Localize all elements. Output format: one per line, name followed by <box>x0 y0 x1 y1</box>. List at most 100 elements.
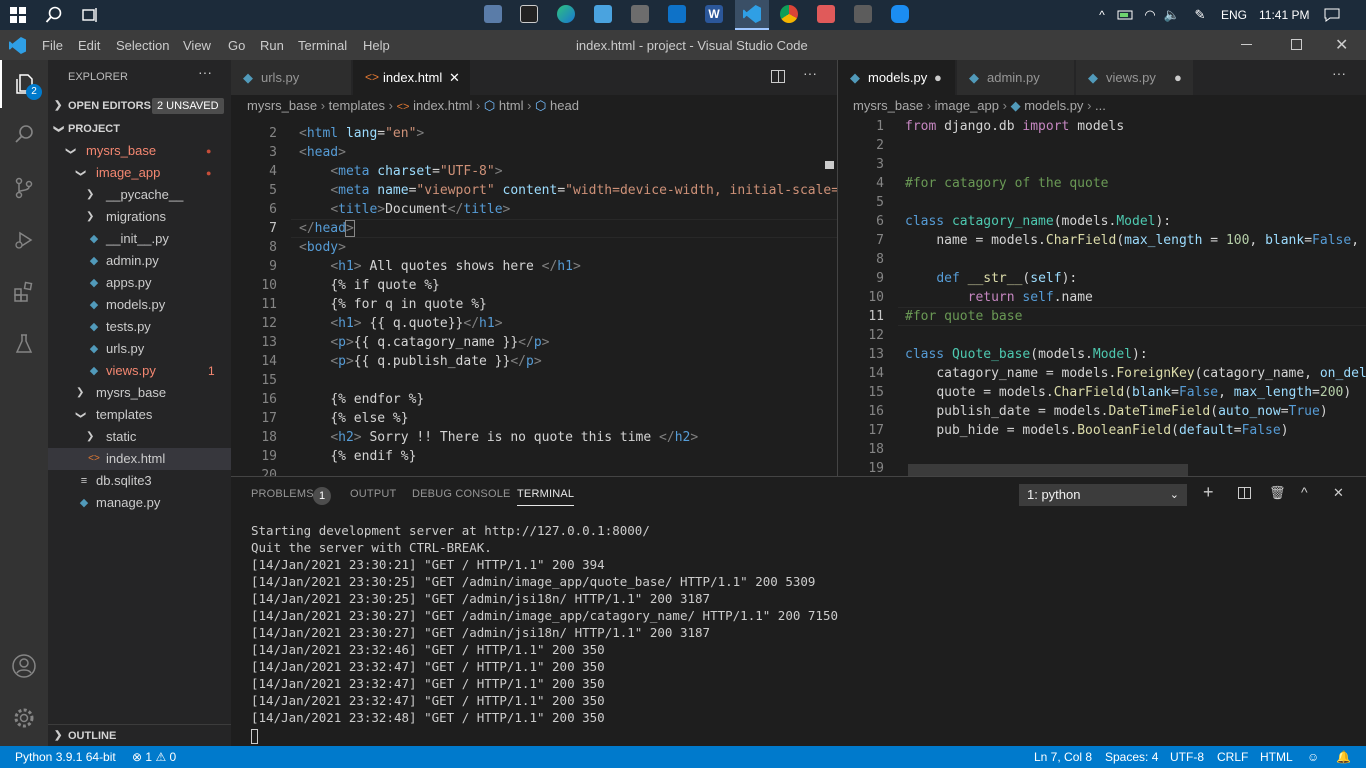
settings-gear-icon[interactable] <box>0 694 48 742</box>
breadcrumb-item[interactable]: ... <box>1095 98 1106 113</box>
breadcrumb-item[interactable]: mysrs_base <box>853 98 923 113</box>
explorer-icon[interactable]: 2 <box>0 60 48 108</box>
chevron-up-icon[interactable]: ^ <box>1090 3 1114 27</box>
search-view-icon[interactable] <box>0 110 48 158</box>
more-actions-icon[interactable]: ··· <box>1332 65 1346 81</box>
tree-item-apps-py[interactable]: ◆ apps.py <box>48 272 231 294</box>
problems-status[interactable]: ⊗ 1 ⚠ 0 <box>132 746 176 768</box>
maximize-panel-icon[interactable]: ^ <box>1301 484 1308 500</box>
close-window-button[interactable]: ✕ <box>1335 35 1348 55</box>
extensions-icon[interactable] <box>0 268 48 316</box>
menu-view[interactable]: View <box>183 38 211 53</box>
pc-app-icon[interactable] <box>594 5 612 23</box>
menu-go[interactable]: Go <box>228 38 245 53</box>
code-editor-right[interactable]: 1 from django.db import models 2 3 4 #for cat… <box>838 117 1366 476</box>
testing-flask-icon[interactable] <box>0 320 48 368</box>
split-editor-icon[interactable] <box>771 70 785 83</box>
menu-run[interactable]: Run <box>260 38 284 53</box>
code-line[interactable]: class Quote_base(models.Model): <box>905 345 1148 364</box>
tab-output[interactable]: OUTPUT <box>350 488 396 500</box>
split-terminal-icon[interactable] <box>1238 487 1251 499</box>
code-line[interactable]: {% for q in quote %} <box>299 295 487 314</box>
breadcrumb-item[interactable]: mysrs_base <box>247 98 317 113</box>
tree-item-templates[interactable]: ❯ templates <box>48 404 231 426</box>
pen-icon[interactable]: ✎ <box>1188 3 1212 27</box>
code-line[interactable]: <h1> {{ q.quote}}</h1> <box>299 314 502 333</box>
code-line[interactable]: <title>Document</title> <box>299 200 510 219</box>
battery-icon[interactable] <box>1114 3 1138 27</box>
tree-item-mysrs-base[interactable]: ❯ mysrs_base ● <box>48 140 231 162</box>
tree-item-urls-py[interactable]: ◆ urls.py <box>48 338 231 360</box>
project-header[interactable]: ❯ PROJECT <box>48 118 231 140</box>
code-line[interactable]: <body> <box>299 238 346 257</box>
menu-selection[interactable]: Selection <box>116 38 169 53</box>
terminal-select[interactable]: 1: python ⌄ <box>1019 484 1187 506</box>
close-panel-icon[interactable]: ✕ <box>1333 485 1344 501</box>
calculator-app-icon[interactable] <box>854 5 872 23</box>
search-icon[interactable] <box>42 3 66 27</box>
code-line[interactable]: <h1> All quotes shows here </h1> <box>299 257 580 276</box>
more-actions-icon[interactable]: ··· <box>803 65 817 81</box>
tree-item-index-html[interactable]: <> index.html <box>48 448 231 470</box>
menu-help[interactable]: Help <box>363 38 390 53</box>
code-line[interactable]: <p>{{ q.publish_date }}</p> <box>299 352 541 371</box>
code-line[interactable]: {% endif %} <box>299 447 416 466</box>
more-actions-icon[interactable]: ··· <box>198 64 212 80</box>
code-editor-left[interactable]: 2 <html lang="en"> 3 <head> 4 <meta charset=… <box>231 124 837 476</box>
new-terminal-plus-icon[interactable]: + <box>1203 482 1214 503</box>
notifications-bell-icon[interactable]: 🔔 <box>1336 746 1351 768</box>
menu-terminal[interactable]: Terminal <box>298 38 347 53</box>
cursor-position[interactable]: Ln 7, Col 8 <box>1034 746 1092 768</box>
store-app-icon[interactable] <box>631 5 649 23</box>
unsaved-dot-icon[interactable]: ● <box>934 60 942 95</box>
tab-admin-py[interactable]: ◆ admin.py <box>957 60 1075 95</box>
code-line[interactable]: {% if quote %} <box>299 276 440 295</box>
unsaved-dot-icon[interactable]: ● <box>1174 60 1182 95</box>
code-line[interactable]: <head> <box>299 143 346 162</box>
chrome-browser-icon[interactable] <box>780 5 798 23</box>
app-icon[interactable] <box>817 5 835 23</box>
code-line[interactable]: <html lang="en"> <box>299 124 424 143</box>
menu-file[interactable]: File <box>42 38 63 53</box>
windows-start-icon[interactable] <box>6 3 30 27</box>
code-line[interactable]: publish_date = models.DateTimeField(auto… <box>905 402 1327 421</box>
line-ending[interactable]: CRLF <box>1217 746 1248 768</box>
horizontal-scrollbar[interactable] <box>908 464 1188 476</box>
run-debug-icon[interactable] <box>0 216 48 264</box>
task-view-icon[interactable] <box>78 3 102 27</box>
tree-item-db-sqlite3[interactable]: ≡ db.sqlite3 <box>48 470 231 492</box>
breadcrumb-item[interactable]: head <box>550 98 579 113</box>
code-line[interactable]: #for quote base <box>905 307 1022 326</box>
code-line[interactable]: catagory_name = models.ForeignKey(catago… <box>905 364 1366 383</box>
notifications-icon[interactable] <box>1320 3 1344 27</box>
code-line[interactable]: class catagory_name(models.Model): <box>905 212 1171 231</box>
code-line[interactable]: </head> <box>299 219 355 238</box>
tree-item--pycache-[interactable]: ❯ __pycache__ <box>48 184 231 206</box>
code-line[interactable]: {% else %} <box>299 409 408 428</box>
breadcrumb-item[interactable]: index.html <box>413 98 472 113</box>
tab-debug-console[interactable]: DEBUG CONSOLE <box>412 488 511 500</box>
tab-index-html[interactable]: <> index.html ✕ <box>353 60 471 95</box>
python-interpreter[interactable]: Python 3.9.1 64-bit <box>15 746 116 768</box>
code-line[interactable]: <h2> Sorry !! There is no quote this tim… <box>299 428 698 447</box>
tree-item-admin-py[interactable]: ◆ admin.py <box>48 250 231 272</box>
messenger-app-icon[interactable] <box>891 5 909 23</box>
tree-item--init-py[interactable]: ◆ __init__.py <box>48 228 231 250</box>
trash-icon[interactable]: 🗑 <box>1269 485 1286 501</box>
tab-views-py[interactable]: ◆ views.py ● <box>1076 60 1194 95</box>
code-line[interactable]: name = models.CharField(max_length = 100… <box>905 231 1366 250</box>
terminal-app-icon[interactable] <box>520 5 538 23</box>
code-line[interactable]: from django.db import models <box>905 117 1124 136</box>
language-indicator[interactable]: ENG <box>1221 8 1247 22</box>
volume-icon[interactable]: 🔈 <box>1160 3 1184 27</box>
tree-item-manage-py[interactable]: ◆ manage.py <box>48 492 231 514</box>
close-tab-icon[interactable]: ✕ <box>449 60 460 95</box>
encoding[interactable]: UTF-8 <box>1170 746 1204 768</box>
tree-item-views-py[interactable]: ◆ views.py 1 <box>48 360 231 382</box>
code-line[interactable]: <meta charset="UTF-8"> <box>299 162 502 181</box>
tree-item-tests-py[interactable]: ◆ tests.py <box>48 316 231 338</box>
tree-item-migrations[interactable]: ❯ migrations <box>48 206 231 228</box>
code-line[interactable]: {% endfor %} <box>299 390 424 409</box>
source-control-icon[interactable] <box>0 164 48 212</box>
accounts-icon[interactable] <box>0 642 48 690</box>
